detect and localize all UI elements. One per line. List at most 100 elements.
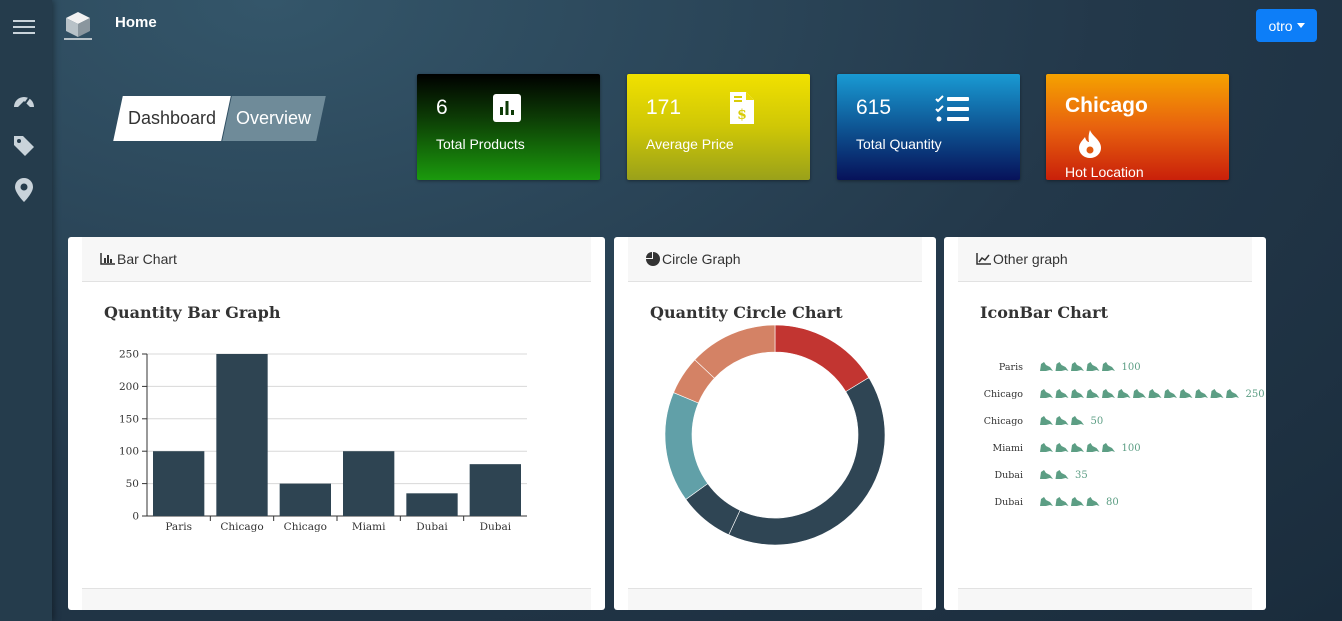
stat-card-average-price: 171 Average Price $ <box>627 74 810 180</box>
bar-chart-icon <box>493 94 521 127</box>
checklist-icon <box>935 95 969 128</box>
ship-icon <box>1055 362 1069 371</box>
row-label: Dubai <box>994 470 1023 481</box>
card-footer <box>958 588 1252 610</box>
quantity-circle-chart <box>664 324 886 546</box>
ship-icon <box>1040 470 1053 479</box>
bar-chicago <box>216 354 268 516</box>
ship-icon <box>1071 416 1084 425</box>
stat-card-total-quantity: 615 Total Quantity <box>837 74 1020 180</box>
donut-slice-1 <box>728 377 886 546</box>
ship-icon <box>1055 389 1069 398</box>
row-value-label: 35 <box>1075 470 1088 481</box>
bar-dubai <box>469 464 521 516</box>
ship-icon <box>1071 497 1084 506</box>
tab-dashboard[interactable]: Dashboard <box>113 96 231 141</box>
donut-slice-3 <box>664 392 709 500</box>
sidebar <box>0 0 52 621</box>
stat-label: Total Products <box>436 136 525 152</box>
ship-icon <box>1133 389 1146 398</box>
otro-label: otro <box>1268 17 1293 34</box>
bar-paris <box>153 451 205 516</box>
other-graph-card: Other graph IconBar Chart Paris 100 Chicag… <box>944 237 1266 610</box>
ship-icon <box>1179 389 1193 398</box>
row-label: Miami <box>993 443 1023 454</box>
ship-icon <box>1117 389 1131 398</box>
hamburger-icon[interactable] <box>11 14 37 40</box>
stat-value: 171 <box>646 96 682 119</box>
ship-icon <box>1102 362 1115 371</box>
ship-icon <box>1164 389 1177 398</box>
svg-text:$: $ <box>737 107 747 123</box>
bar-miami <box>343 451 395 516</box>
row-label: Dubai <box>994 497 1023 508</box>
ship-icon <box>1102 389 1115 398</box>
ship-icon <box>1055 470 1069 479</box>
otro-dropdown-button[interactable]: otro <box>1256 9 1317 42</box>
ship-icon <box>1040 389 1053 398</box>
ship-icon <box>1086 389 1100 398</box>
y-tick-label: 250 <box>119 349 139 361</box>
ship-icon <box>1086 497 1100 506</box>
bar-dubai <box>406 493 458 516</box>
bar-chart-card: Bar Chart Quantity Bar Graph 0 50 100 150 20… <box>68 237 605 610</box>
page-title: Home <box>115 14 157 31</box>
invoice-dollar-icon: $ <box>730 92 754 129</box>
row-value-label: 50 <box>1091 416 1104 427</box>
tab-overview-label: Overview <box>236 108 312 128</box>
tab-dashboard-label: Dashboard <box>127 108 217 128</box>
iconbar-chart: Paris 100 Chicago 250 Chicago 50 Miami 100 Dubai… <box>984 362 1265 508</box>
tab-overview[interactable]: Overview <box>222 96 326 141</box>
ship-icon <box>1086 443 1100 452</box>
x-tick-label: Chicago <box>284 521 327 533</box>
fire-icon <box>1079 130 1101 163</box>
stat-card-total-products: 6 Total Products <box>417 74 600 180</box>
ship-icon <box>1195 389 1208 398</box>
ship-icon <box>1210 389 1224 398</box>
ship-icon <box>1071 389 1084 398</box>
tags-icon[interactable] <box>11 132 37 158</box>
stat-value: 6 <box>436 96 448 119</box>
y-tick-label: 100 <box>119 446 139 458</box>
x-tick-label: Paris <box>165 521 192 533</box>
row-label: Chicago <box>984 389 1023 400</box>
ship-icon <box>1226 389 1239 398</box>
speedometer-icon[interactable] <box>11 88 37 114</box>
ship-icon <box>1086 362 1100 371</box>
ship-icon <box>1040 497 1053 506</box>
ship-icon <box>1102 443 1115 452</box>
stat-label: Average Price <box>646 136 734 152</box>
ship-icon <box>1055 416 1069 425</box>
y-tick-label: 0 <box>132 511 139 523</box>
card-footer <box>82 588 591 610</box>
stat-label: Hot Location <box>1065 164 1144 180</box>
y-tick-label: 150 <box>119 413 139 425</box>
circle-graph-card: Circle Graph Quantity Circle Chart <box>614 237 936 610</box>
x-tick-label: Miami <box>352 521 386 533</box>
ship-icon <box>1148 389 1162 398</box>
ship-icon <box>1040 443 1053 452</box>
app-logo[interactable] <box>63 10 93 42</box>
ship-icon <box>1040 362 1053 371</box>
caret-down-icon <box>1296 23 1305 28</box>
stat-card-hot-location: Chicago Hot Location <box>1046 74 1229 180</box>
x-tick-label: Chicago <box>220 521 263 533</box>
quantity-bar-chart: 0 50 100 150 200 250 Paris Chicago Chicago Miami D… <box>119 349 527 533</box>
donut-slice-0 <box>774 324 870 393</box>
row-value-label: 100 <box>1122 362 1141 373</box>
row-label: Chicago <box>984 416 1023 427</box>
card-footer <box>628 588 922 610</box>
ship-icon <box>1055 443 1069 452</box>
ship-icon <box>1040 416 1053 425</box>
y-tick-label: 50 <box>126 478 139 490</box>
stat-value: Chicago <box>1065 94 1148 117</box>
stat-label: Total Quantity <box>856 136 942 152</box>
ship-icon <box>1071 443 1084 452</box>
row-value-label: 100 <box>1122 443 1141 454</box>
map-marker-icon[interactable] <box>11 177 37 203</box>
x-tick-label: Dubai <box>480 521 512 533</box>
row-label: Paris <box>999 362 1023 373</box>
x-tick-label: Dubai <box>416 521 448 533</box>
donut-slice-5 <box>694 324 776 379</box>
bar-chicago <box>279 483 331 516</box>
